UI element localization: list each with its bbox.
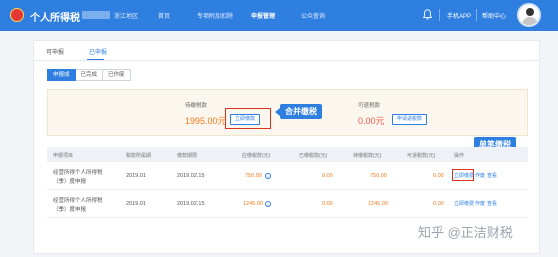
col-refundable: 可退税款(元) xyxy=(407,153,436,159)
table-row: 经营所得个人所得税 （季）度申报 2019.01 2019.02.15 1245… xyxy=(47,190,528,218)
payable-amount: 1995.00元 xyxy=(185,116,227,126)
payable-label: 待缴税款 xyxy=(185,103,208,109)
pending-amount: 750.00 xyxy=(370,173,387,179)
region-label: 浙江地区 xyxy=(114,14,139,20)
paid-amount: 0.00 xyxy=(322,201,333,207)
pending-amount: 1245.00 xyxy=(368,201,388,207)
col-due: 应缴税款(元) xyxy=(242,153,271,159)
item-name: 经营所得个人所得税 xyxy=(53,170,103,176)
period: 2019.01 xyxy=(126,173,146,179)
watermark-text: 知乎 @正洁财税 xyxy=(418,225,513,240)
active-tab-indicator xyxy=(87,59,104,60)
avatar-head xyxy=(526,8,534,16)
subtab-voided[interactable]: 已作废 xyxy=(103,69,131,81)
info-icon[interactable]: i xyxy=(265,173,271,179)
due-amount: 1245.00 xyxy=(243,201,263,207)
mobile-app-link[interactable]: 手机APP xyxy=(447,11,471,20)
nav-home[interactable]: 首页 xyxy=(158,11,170,20)
status-subtabs: 申报成 已完成 已作废 xyxy=(47,69,131,81)
col-item: 申报项目 xyxy=(53,153,74,159)
paid-amount: 0.00 xyxy=(322,173,333,179)
top-navigation-bar: 个人所得税 浙江地区 首页 专项附加扣除 申报管理 公众查询 手机APP 帮助中… xyxy=(0,0,558,31)
pay-all-button[interactable]: 立即缴款 xyxy=(230,114,261,125)
divider xyxy=(439,9,440,21)
nav-public-query[interactable]: 公众查询 xyxy=(301,11,325,20)
avatar-body xyxy=(522,17,538,25)
pay-now-link[interactable]: 立即缴费 xyxy=(454,172,474,179)
view-link[interactable]: 查看 xyxy=(487,172,497,179)
refund-button[interactable]: 申请退税款 xyxy=(392,114,428,125)
refund-label: 可退税款 xyxy=(358,103,381,109)
table-header: 申报项目 税款所属期 缴款期限 应缴税款(元) 已缴税款(元) 待缴税款(元) … xyxy=(47,147,528,162)
tab-declared[interactable]: 已申报 xyxy=(89,47,107,56)
view-link[interactable]: 查看 xyxy=(487,200,497,207)
refund-amount: 0.00元 xyxy=(358,116,385,126)
col-operation: 操作 xyxy=(454,153,465,159)
subtab-completed[interactable]: 已完成 xyxy=(75,69,104,81)
tax-summary-panel: 待缴税款 1995.00元 立即缴款 合并缴税 可退税款 0.00元 申请退税款 xyxy=(47,89,528,136)
bell-icon[interactable] xyxy=(423,9,432,20)
col-period: 税款所属期 xyxy=(126,153,152,159)
item-name-suffix: （季）度申报 xyxy=(53,179,87,185)
col-pending: 待缴税款(元) xyxy=(353,153,382,159)
region-mask xyxy=(82,11,110,19)
info-icon[interactable]: i xyxy=(265,201,271,207)
col-deadline: 缴款期限 xyxy=(177,153,198,159)
due-amount: 750.00 xyxy=(245,173,262,179)
help-center-link[interactable]: 帮助中心 xyxy=(482,11,506,20)
divider xyxy=(476,9,477,21)
table-row: 经营所得个人所得税 （季）度申报 2019.01 2019.02.15 750.… xyxy=(47,162,528,190)
nav-declaration-management[interactable]: 申报管理 xyxy=(251,11,275,20)
deadline: 2019.02.15 xyxy=(177,201,205,207)
void-link[interactable]: 作废 xyxy=(475,200,485,207)
merged-payment-callout: 合并缴税 xyxy=(275,104,322,119)
pay-now-link[interactable]: 立即缴费 xyxy=(454,200,474,207)
avatar[interactable] xyxy=(517,3,541,27)
period: 2019.01 xyxy=(126,201,146,207)
nav-special-deduction[interactable]: 专项附加扣除 xyxy=(197,11,233,20)
tax-emblem-icon xyxy=(10,8,24,22)
item-name-suffix: （季）度申报 xyxy=(53,207,87,213)
app-title: 个人所得税 xyxy=(30,13,80,24)
subtab-success[interactable]: 申报成 xyxy=(47,69,76,81)
deadline: 2019.02.15 xyxy=(177,173,205,179)
tabs-divider xyxy=(34,60,539,61)
refundable-amount: 0.00 xyxy=(433,173,444,179)
item-name: 经营所得个人所得税 xyxy=(53,198,103,204)
refundable-amount: 0.00 xyxy=(433,201,444,207)
void-link[interactable]: 作废 xyxy=(475,172,485,179)
col-paid: 已缴税款(元) xyxy=(299,153,328,159)
tab-declarable[interactable]: 可申报 xyxy=(46,47,64,56)
